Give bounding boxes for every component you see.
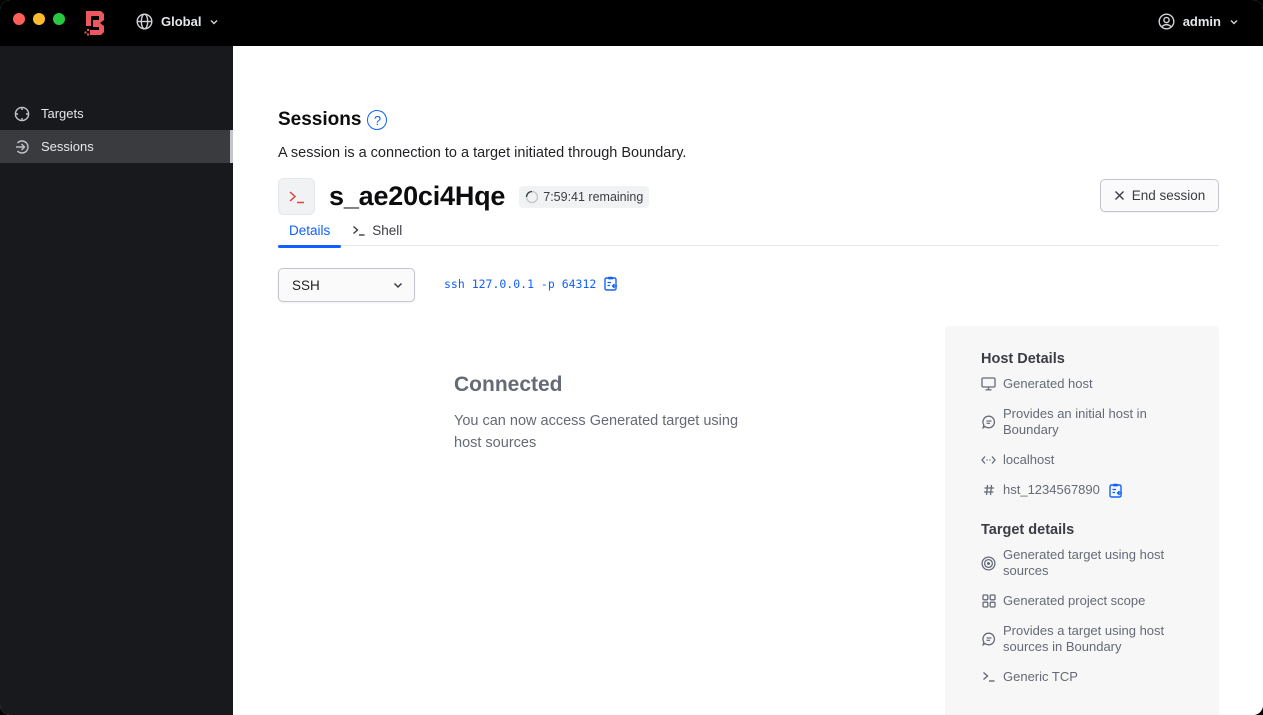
close-window-button[interactable]: [13, 13, 25, 25]
grid-icon: [981, 594, 996, 608]
boundary-logo-icon: [84, 11, 104, 36]
maximize-window-button[interactable]: [53, 13, 65, 25]
tab-label: Shell: [372, 223, 403, 238]
monitor-icon: [981, 377, 996, 391]
target-name-row: Generated target using host sources: [981, 547, 1183, 579]
hash-icon: [983, 484, 994, 496]
session-tabs: Details Shell: [278, 221, 1219, 248]
scope-picker[interactable]: Global: [136, 13, 219, 30]
target-description: Provides a target using host sources in …: [1003, 623, 1165, 654]
entry-icon: [16, 139, 29, 154]
empty-state-title: Connected: [454, 373, 563, 396]
main-content: Sessions ? A session is a connection to …: [233, 46, 1263, 715]
host-address-row: localhost: [981, 452, 1183, 468]
scope-label: Global: [161, 14, 202, 29]
host-description: Provides an initial host in Boundary: [1003, 406, 1147, 437]
host-name: Generated host: [1003, 376, 1093, 391]
session-terminal-icon: [278, 178, 315, 215]
session-id: s_ae20ci4Hqe: [329, 181, 506, 211]
help-icon[interactable]: ?: [367, 110, 388, 130]
target-description-row: Provides a target using host sources in …: [981, 623, 1183, 655]
target-type: Generic TCP: [1003, 669, 1078, 684]
terminal-icon: [353, 225, 365, 236]
message-icon: [981, 415, 995, 429]
host-id-row: hst_1234567890: [981, 482, 1183, 498]
details-panel: Host Details Generated host Provides an …: [945, 326, 1219, 715]
connection-command: ssh 127.0.0.1 -p 64312: [444, 276, 618, 291]
empty-state-message: You can now access Generated target usin…: [454, 413, 739, 451]
crosshair-icon: [14, 106, 30, 121]
terminal-icon: [288, 190, 304, 203]
end-session-button[interactable]: End session: [1100, 179, 1219, 212]
loading-spinner-icon: [526, 190, 539, 203]
message-icon: [981, 632, 995, 646]
target-scope-row: Generated project scope: [981, 593, 1183, 609]
target-name: Generated target using host sources: [1003, 547, 1165, 578]
window-controls: [13, 13, 65, 25]
tab-shell[interactable]: Shell: [352, 221, 402, 246]
protocol-select[interactable]: SSH: [278, 268, 415, 302]
sidebar-item-targets[interactable]: Targets: [0, 97, 233, 130]
user-circle-icon: [1158, 13, 1175, 30]
target-type-row: Generic TCP: [981, 669, 1183, 685]
target-icon: [981, 555, 996, 571]
app-window: Global admin Targets Sessions Sessions ?…: [0, 0, 1263, 715]
session-header: s_ae20ci4Hqe 7:59:41 remaining: [278, 178, 650, 215]
host-address: localhost: [1003, 452, 1055, 467]
chevron-down-icon: [210, 19, 218, 24]
sidebar-item-label: Sessions: [41, 139, 94, 154]
time-remaining-badge: 7:59:41 remaining: [519, 185, 650, 208]
chevron-down-icon: [1230, 19, 1238, 24]
clipboard-copy-icon[interactable]: [1109, 483, 1123, 498]
terminal-icon: [982, 671, 994, 682]
target-scope: Generated project scope: [1003, 593, 1146, 608]
connected-empty-state: Connected You can now access Generated t…: [454, 373, 754, 454]
protocol-select-value: SSH: [292, 277, 320, 293]
host-description-row: Provides an initial host in Boundary: [981, 406, 1183, 438]
user-menu[interactable]: admin: [1158, 13, 1239, 30]
sidebar-item-label: Targets: [41, 106, 84, 121]
page-title: Sessions ?: [278, 109, 388, 131]
time-remaining-text: 7:59:41 remaining: [543, 189, 644, 204]
title-bar: Global admin: [0, 0, 1263, 46]
page-description: A session is a connection to a target in…: [278, 145, 687, 161]
page-heading: Sessions: [278, 109, 362, 130]
end-session-label: End session: [1131, 188, 1206, 203]
close-icon: [1114, 191, 1124, 200]
sidebar-item-sessions[interactable]: Sessions: [0, 130, 233, 163]
sidebar: Targets Sessions: [0, 46, 233, 715]
clipboard-copy-icon[interactable]: [604, 276, 618, 291]
host-name-row: Generated host: [981, 376, 1183, 392]
tab-details[interactable]: Details: [278, 221, 342, 248]
sidebar-nav: Targets Sessions: [0, 97, 233, 163]
chevron-down-icon: [393, 282, 403, 289]
tab-label: Details: [289, 223, 331, 238]
target-details-heading: Target details: [981, 522, 1075, 538]
minimize-window-button[interactable]: [33, 13, 45, 25]
user-label: admin: [1182, 14, 1221, 29]
globe-icon: [136, 13, 153, 30]
ssh-command-text: ssh 127.0.0.1 -p 64312: [444, 276, 597, 291]
host-id: hst_1234567890: [1003, 482, 1100, 497]
code-icon: [981, 456, 996, 464]
host-details-heading: Host Details: [981, 351, 1065, 367]
